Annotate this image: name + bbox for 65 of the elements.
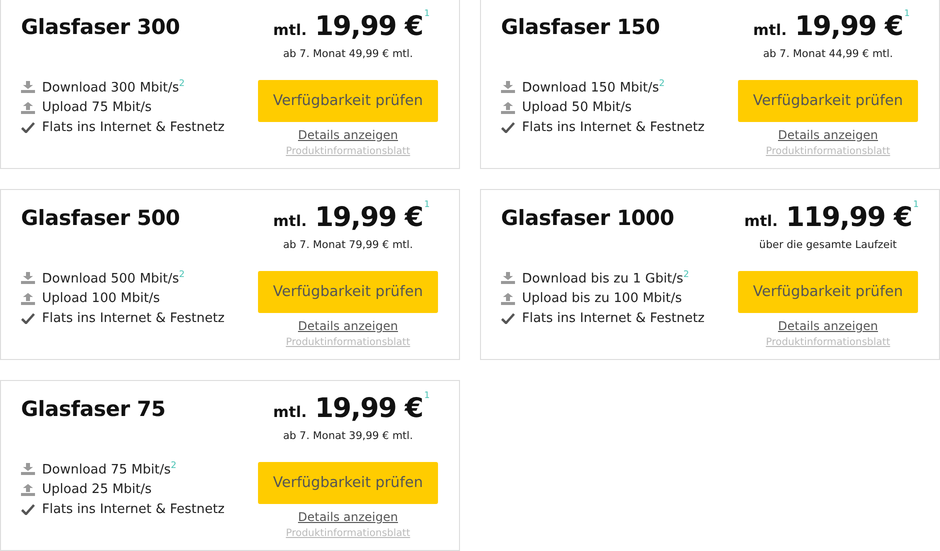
footnote-mark: 1 <box>424 9 430 19</box>
availability-button[interactable]: Verfügbarkeit prüfen <box>258 271 438 313</box>
availability-button[interactable]: Verfügbarkeit prüfen <box>258 462 438 504</box>
price-note: ab 7. Monat 49,99 € mtl. <box>283 48 413 60</box>
details-link[interactable]: Details anzeigen <box>778 128 878 142</box>
feature-text: Upload bis zu 100 Mbit/s <box>522 291 682 306</box>
price-prefix: mtl. <box>273 21 307 39</box>
check-icon <box>501 122 515 134</box>
check-icon <box>21 313 35 324</box>
footnote-mark: 1 <box>424 200 430 210</box>
feature-text: Flats ins Internet & Festnetz <box>42 311 225 326</box>
check-icon <box>21 504 35 516</box>
download-icon <box>501 272 515 284</box>
price: 19,99 € <box>794 11 903 42</box>
price-prefix: mtl. <box>753 21 787 39</box>
feature-text: Upload 100 Mbit/s <box>42 291 160 306</box>
footnote-mark: 1 <box>913 200 919 210</box>
details-link[interactable]: Details anzeigen <box>298 510 398 524</box>
footnote-mark: 1 <box>904 9 910 19</box>
check-icon <box>501 313 515 324</box>
feature-text: Download 300 Mbit/s$^{2}$ <box>42 79 185 96</box>
price: 119,99 € <box>786 202 912 233</box>
download-icon <box>21 81 35 94</box>
tariff-title: Glasfaser 150 <box>501 15 661 39</box>
availability-button[interactable]: Verfügbarkeit prüfen <box>738 80 918 122</box>
upload-icon <box>501 102 515 114</box>
details-link[interactable]: Details anzeigen <box>298 128 398 142</box>
price: 19,99 € <box>314 11 423 42</box>
download-icon <box>501 81 515 94</box>
check-icon <box>21 122 35 134</box>
feature-text: Flats ins Internet & Festnetz <box>42 502 225 518</box>
tariff-title: Glasfaser 1000 <box>501 206 676 230</box>
tariff-title: Glasfaser 300 <box>21 15 181 39</box>
feature-text: Download 150 Mbit/s$^{2}$ <box>522 79 665 96</box>
availability-button[interactable]: Verfügbarkeit prüfen <box>738 271 918 313</box>
details-link[interactable]: Details anzeigen <box>298 319 398 333</box>
price-prefix: mtl. <box>744 212 778 230</box>
tariff-title: Glasfaser 75 <box>21 397 166 421</box>
feature-text: Download 500 Mbit/s$^{2}$ <box>42 270 185 286</box>
price-prefix: mtl. <box>273 403 307 421</box>
upload-icon <box>21 484 35 496</box>
price-note: über die gesamte Laufzeit <box>759 239 897 251</box>
feature-text: Flats ins Internet & Festnetz <box>42 120 225 136</box>
availability-button[interactable]: Verfügbarkeit prüfen <box>258 80 438 122</box>
tariff-title: Glasfaser 500 <box>21 206 181 230</box>
feature-text: Upload 75 Mbit/s <box>42 100 152 116</box>
price-prefix: mtl. <box>273 212 307 230</box>
feature-text: Download 75 Mbit/s$^{2}$ <box>42 461 176 478</box>
price: 19,99 € <box>314 202 423 233</box>
feature-text: Upload 50 Mbit/s <box>522 100 632 116</box>
feature-text: Download bis zu 1 Gbit/s$^{2}$ <box>522 270 690 286</box>
upload-icon <box>21 102 35 114</box>
feature-text: Flats ins Internet & Festnetz <box>522 120 705 136</box>
price-note: ab 7. Monat 39,99 € mtl. <box>283 430 413 442</box>
feature-text: Flats ins Internet & Festnetz <box>522 311 705 326</box>
footnote-mark: 1 <box>424 391 430 401</box>
price-note: ab 7. Monat 44,99 € mtl. <box>763 48 893 60</box>
price-note: ab 7. Monat 79,99 € mtl. <box>283 239 413 251</box>
details-link[interactable]: Details anzeigen <box>778 319 878 333</box>
price: 19,99 € <box>314 393 423 424</box>
upload-icon <box>501 292 515 305</box>
download-icon <box>21 272 35 284</box>
download-icon <box>21 463 35 476</box>
feature-text: Upload 25 Mbit/s <box>42 482 152 498</box>
upload-icon <box>21 292 35 305</box>
